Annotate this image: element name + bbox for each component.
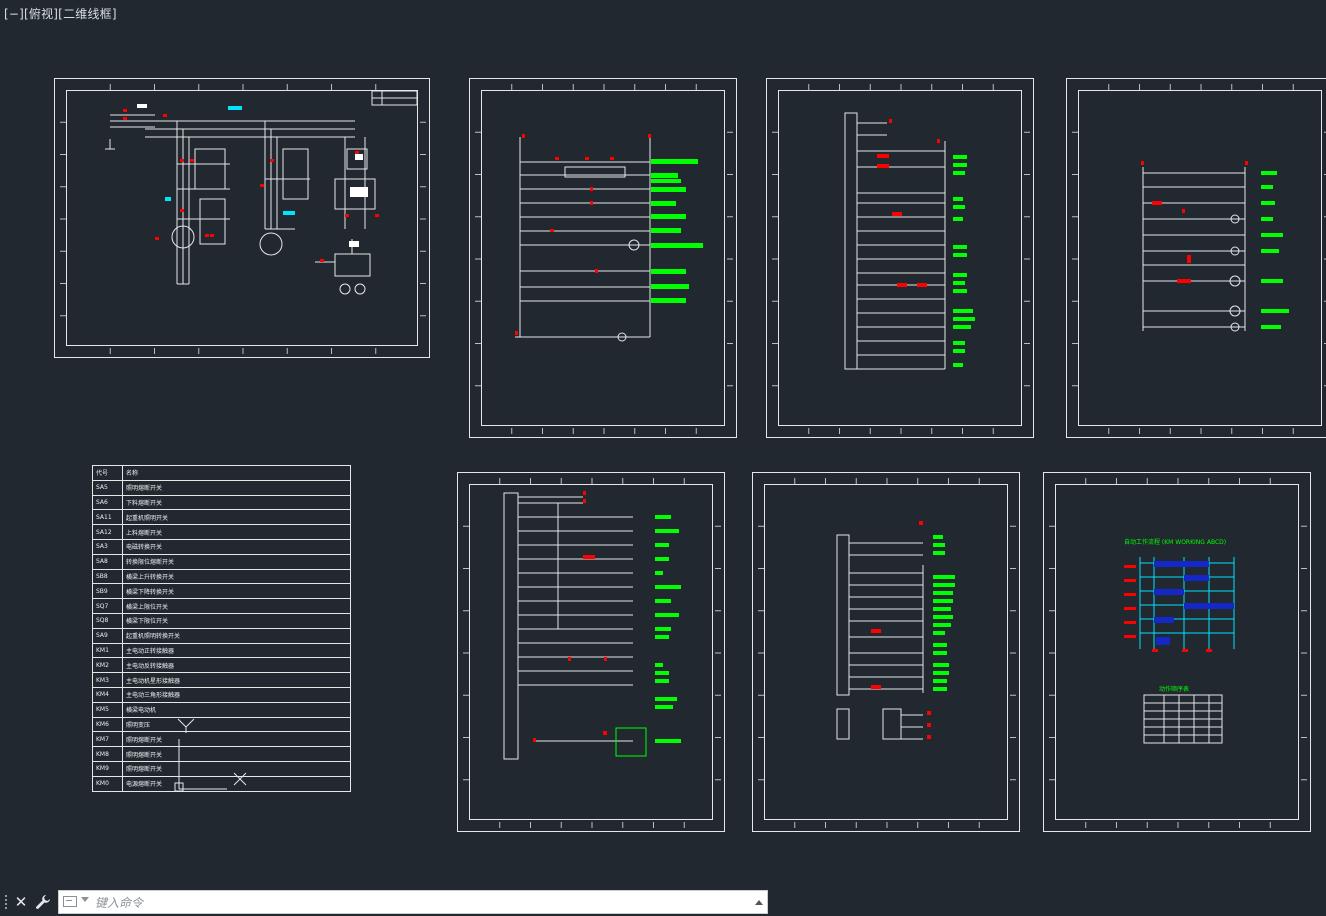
chevron-up-icon[interactable] [755, 900, 763, 905]
sheet-border-ticks [1072, 84, 1326, 434]
drawing-sheet-plc-io-1[interactable] [766, 78, 1034, 438]
command-input[interactable] [93, 892, 737, 914]
viewport-controls[interactable]: [−][俯视][二维线框] [4, 5, 117, 22]
wrench-icon[interactable] [34, 892, 52, 912]
drawing-sheet-indicator-circuit[interactable] [1066, 78, 1326, 438]
sheet-border-ticks [758, 478, 1016, 828]
drawing-sheet-plc-io-3[interactable] [752, 472, 1020, 832]
grip-handle[interactable] [4, 894, 8, 910]
command-prompt-icon[interactable] [63, 896, 77, 907]
legend-symbols [174, 718, 247, 792]
sheet-border-ticks [463, 478, 721, 828]
sheet-border-ticks [1049, 478, 1307, 828]
command-line[interactable] [58, 890, 768, 914]
chevron-down-icon[interactable] [81, 897, 89, 902]
drawing-sheet-plc-io-2[interactable] [457, 472, 725, 832]
drawing-sheet-control-ladder[interactable] [469, 78, 737, 438]
sheet-border-ticks [60, 84, 426, 354]
drawing-sheet-timing-and-table[interactable]: 自动工作流程 (KM WORKING ABCD) 动作顺序表 [1043, 472, 1311, 832]
command-bar: ✕ [0, 888, 1326, 916]
sheet-border-ticks [772, 84, 1030, 434]
sheet-border-ticks [475, 84, 733, 434]
drawing-sheet-motor-main-circuit[interactable] [54, 78, 430, 358]
close-icon[interactable]: ✕ [12, 892, 30, 912]
